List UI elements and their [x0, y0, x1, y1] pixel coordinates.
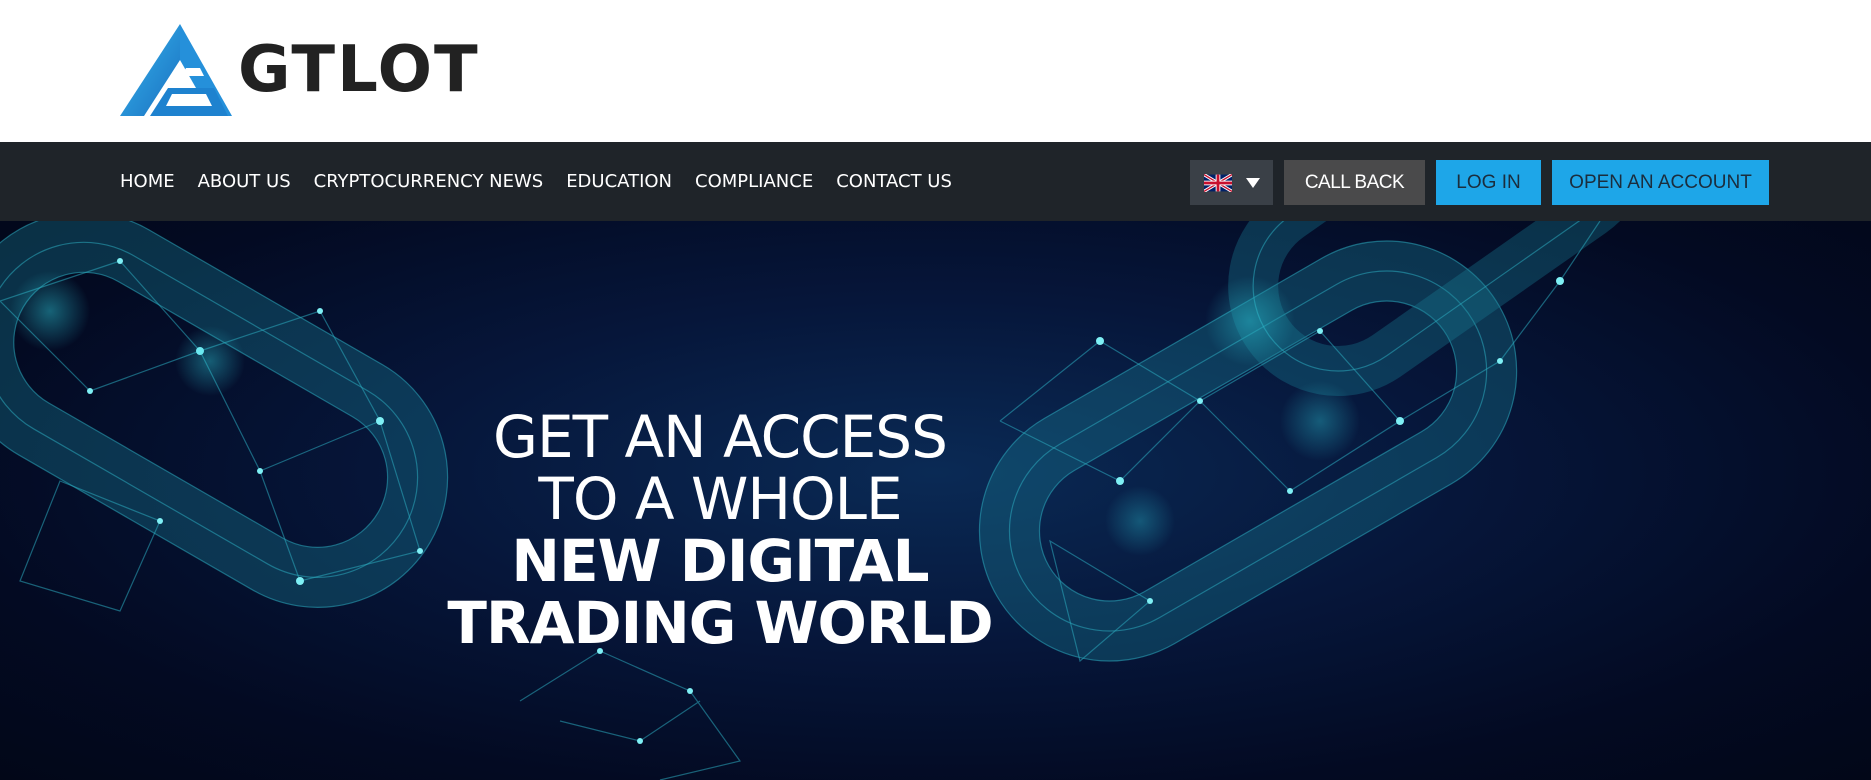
nav-home[interactable]: HOME: [120, 171, 175, 192]
call-back-button[interactable]: CALL BACK: [1284, 160, 1425, 205]
open-account-button[interactable]: OPEN AN ACCOUNT: [1552, 160, 1769, 205]
nav-cryptocurrency-news[interactable]: CRYPTOCURRENCY NEWS: [314, 171, 544, 192]
caret-down-icon: [1245, 177, 1260, 188]
nav-compliance[interactable]: COMPLIANCE: [695, 171, 813, 192]
nav-education[interactable]: EDUCATION: [566, 171, 672, 192]
language-selector[interactable]: [1190, 160, 1273, 205]
hero-line-4: TRADING WORLD: [447, 589, 993, 657]
nav-about-us[interactable]: ABOUT US: [198, 171, 291, 192]
main-nav: HOME ABOUT US CRYPTOCURRENCY NEWS EDUCAT…: [0, 142, 1871, 221]
hero-line-3: NEW DIGITAL: [511, 527, 929, 595]
nav-links: HOME ABOUT US CRYPTOCURRENCY NEWS EDUCAT…: [120, 142, 975, 221]
uk-flag-icon: [1203, 173, 1232, 192]
nav-actions: CALL BACK LOG IN OPEN AN ACCOUNT: [1190, 160, 1769, 205]
logo[interactable]: GTLOT: [120, 24, 480, 116]
hero-line-2: TO A WHOLE: [538, 465, 902, 533]
hero-banner: GET AN ACCESS TO A WHOLE NEW DIGITAL TRA…: [0, 221, 1871, 780]
header: GTLOT: [0, 0, 1871, 142]
nav-contact-us[interactable]: CONTACT US: [836, 171, 952, 192]
brand-name: GTLOT: [238, 33, 480, 107]
hero-headline: GET AN ACCESS TO A WHOLE NEW DIGITAL TRA…: [420, 406, 1020, 654]
log-in-button[interactable]: LOG IN: [1436, 160, 1541, 205]
hero-line-1: GET AN ACCESS: [493, 403, 948, 471]
gtlot-logo-icon: [120, 24, 232, 116]
